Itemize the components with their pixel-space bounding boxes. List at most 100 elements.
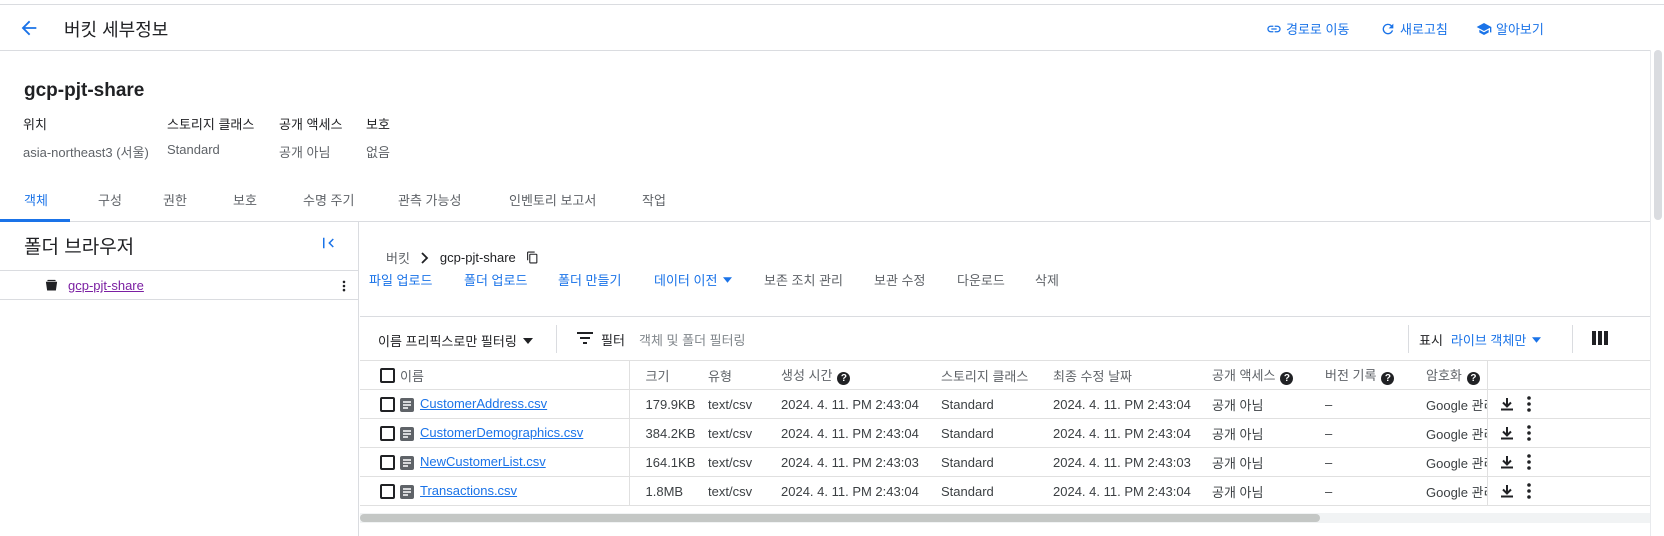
collapse-panel-icon[interactable] [320, 234, 338, 252]
select-all-checkbox[interactable] [380, 368, 395, 384]
tab-protection[interactable]: 보호 [233, 190, 257, 209]
back-arrow-icon[interactable] [18, 17, 40, 39]
file-link[interactable]: CustomerAddress.csv [420, 396, 547, 411]
learn-button[interactable]: 알아보기 [1476, 19, 1544, 38]
prefix-filter-select[interactable]: 이름 프리픽스로만 필터링 [378, 331, 533, 350]
more-vert-icon[interactable] [1526, 483, 1532, 499]
version-history-cell: – [1325, 476, 1426, 506]
page-title: 버킷 세부정보 [64, 20, 169, 40]
show-select[interactable]: 라이브 객체만 [1450, 330, 1542, 349]
filter-input[interactable]: 객체 및 폴더 필터링 [639, 330, 746, 349]
upload-folder-button[interactable]: 폴더 업로드 [464, 270, 527, 289]
column-display-icon[interactable] [1592, 331, 1608, 345]
download-icon[interactable] [1500, 484, 1514, 498]
tab-operations[interactable]: 작업 [642, 190, 666, 209]
col-header-version-history[interactable]: 버전 기록? [1325, 360, 1426, 390]
created-cell: 2024. 4. 11. PM 2:43:04 [781, 476, 941, 506]
file-icon [400, 484, 414, 499]
download-icon[interactable] [1500, 397, 1514, 411]
more-vert-icon[interactable] [337, 278, 351, 294]
public-access-cell: 공개 아님 [1212, 476, 1325, 506]
page-scrollbar[interactable] [1650, 50, 1664, 536]
divider [1572, 325, 1573, 353]
row-checkbox[interactable] [380, 426, 395, 442]
row-select-cell [360, 447, 400, 477]
row-checkbox[interactable] [380, 484, 395, 500]
edit-retention-button[interactable]: 보관 수정 [874, 270, 925, 289]
tab-lifecycle[interactable]: 수명 주기 [303, 190, 354, 209]
table-horizontal-scrollbar[interactable] [360, 513, 1650, 523]
go-to-path-button[interactable]: 경로로 이동 [1266, 19, 1349, 38]
meta-value: Standard [167, 142, 220, 157]
show-label: 표시 [1419, 333, 1443, 348]
folder-browser-panel: 폴더 브라우저 gcp-pjt-share [0, 222, 359, 536]
transfer-data-button[interactable]: 데이터 이전 [654, 270, 733, 289]
download-icon[interactable] [1500, 426, 1514, 440]
create-folder-button[interactable]: 폴더 만들기 [558, 270, 621, 289]
more-vert-icon[interactable] [1526, 454, 1532, 470]
col-header-type[interactable]: 유형 [708, 360, 781, 390]
meta-key: 스토리지 클래스 [167, 117, 255, 132]
page-header: 버킷 세부정보 경로로 이동 새로고침 알아보기 [0, 5, 1650, 51]
file-icon [400, 455, 414, 470]
help-icon[interactable]: ? [837, 372, 851, 385]
objects-table: 이름 크기 유형 생성 시간? 스토리지 클래스 최종 수정 날짜 공개 액세스… [360, 360, 1650, 506]
tab-permissions[interactable]: 권한 [163, 190, 187, 209]
copy-icon[interactable] [526, 250, 539, 265]
col-header-modified[interactable]: 최종 수정 날짜 [1053, 360, 1212, 390]
help-icon[interactable]: ? [1280, 372, 1294, 385]
more-vert-icon[interactable] [1526, 396, 1532, 412]
breadcrumb-root[interactable]: 버킷 [386, 248, 410, 267]
folder-tree-item[interactable]: gcp-pjt-share [0, 270, 359, 300]
table-row[interactable]: CustomerAddress.csv 179.9KB text/csv 202… [360, 389, 1650, 419]
file-name-cell: NewCustomerList.csv [400, 447, 629, 477]
help-icon[interactable]: ? [1381, 372, 1395, 385]
table-row[interactable]: NewCustomerList.csv 164.1KB text/csv 202… [360, 447, 1650, 477]
row-actions-cell [1486, 418, 1650, 448]
download-button[interactable]: 다운로드 [957, 270, 1005, 289]
col-header-actions [1486, 360, 1650, 390]
refresh-icon [1382, 23, 1394, 34]
help-icon[interactable]: ? [1466, 372, 1480, 385]
download-icon[interactable] [1500, 455, 1514, 469]
delete-button[interactable]: 삭제 [1035, 270, 1059, 289]
storage-class-cell: Standard [941, 418, 1053, 448]
col-header-storage-class[interactable]: 스토리지 클래스 [941, 360, 1053, 390]
table-row[interactable]: Transactions.csv 1.8MB text/csv 2024. 4.… [360, 476, 1650, 506]
row-actions-cell [1486, 476, 1650, 506]
filter-icon [577, 332, 593, 344]
row-checkbox[interactable] [380, 397, 395, 413]
row-checkbox[interactable] [380, 455, 395, 471]
col-header-created[interactable]: 생성 시간? [781, 360, 941, 390]
row-select-cell [360, 418, 400, 448]
file-link[interactable]: NewCustomerList.csv [420, 454, 546, 469]
tab-objects[interactable]: 객체 [24, 190, 48, 209]
type-cell: text/csv [708, 476, 781, 506]
tab-inventory-reports[interactable]: 인벤토리 보고서 [509, 190, 596, 209]
version-history-cell: – [1325, 447, 1426, 477]
size-cell: 384.2KB [628, 418, 708, 448]
col-header-name[interactable]: 이름 [400, 360, 629, 390]
tab-observability[interactable]: 관측 가능성 [398, 190, 461, 209]
col-header-size[interactable]: 크기 [628, 360, 708, 390]
folder-tree-label[interactable]: gcp-pjt-share [68, 278, 144, 293]
version-history-cell: – [1325, 389, 1426, 419]
col-header-public-access[interactable]: 공개 액세스? [1212, 360, 1325, 390]
meta-key: 보호 [366, 117, 390, 132]
file-link[interactable]: Transactions.csv [420, 483, 517, 498]
refresh-button[interactable]: 새로고침 [1380, 19, 1448, 38]
manage-holds-button[interactable]: 보존 조치 관리 [764, 270, 843, 289]
modified-cell: 2024. 4. 11. PM 2:43:04 [1053, 476, 1212, 506]
table-scrollbar-thumb[interactable] [360, 514, 1320, 522]
file-name-cell: CustomerAddress.csv [400, 389, 629, 419]
table-header-row: 이름 크기 유형 생성 시간? 스토리지 클래스 최종 수정 날짜 공개 액세스… [360, 360, 1650, 390]
file-link[interactable]: CustomerDemographics.csv [420, 425, 583, 440]
table-row[interactable]: CustomerDemographics.csv 384.2KB text/cs… [360, 418, 1650, 448]
upload-file-button[interactable]: 파일 업로드 [369, 270, 432, 289]
more-vert-icon[interactable] [1526, 425, 1532, 441]
col-header-encryption[interactable]: 암호화? [1426, 360, 1487, 390]
show-value: 라이브 객체만 [1450, 333, 1527, 348]
page-scrollbar-thumb[interactable] [1654, 50, 1662, 220]
encryption-cell: Google 관리 [1426, 447, 1487, 477]
tab-configuration[interactable]: 구성 [98, 190, 122, 209]
